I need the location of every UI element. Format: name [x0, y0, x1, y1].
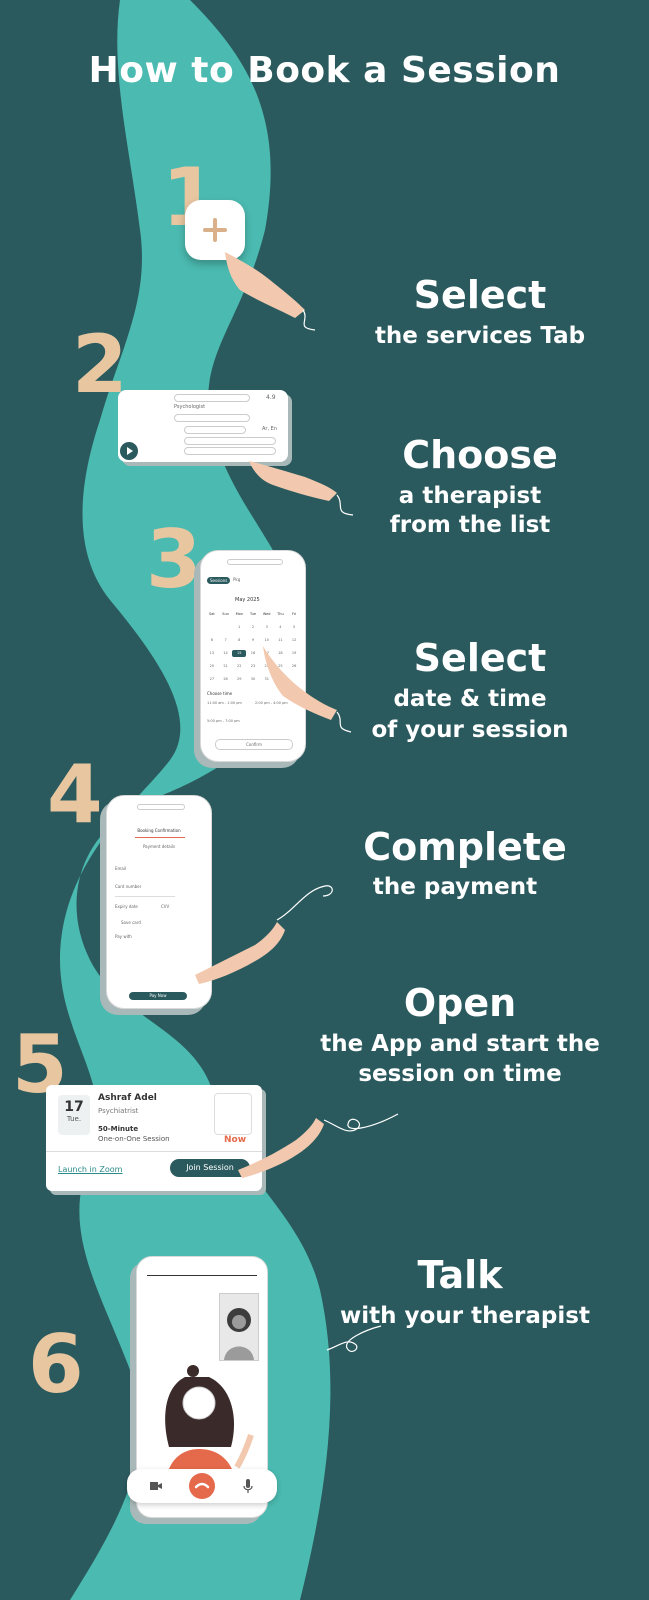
step-4-number: 4 [47, 748, 103, 841]
pay-now-button: Pay Now [129, 992, 187, 1000]
hand-pointer-5 [238, 1113, 399, 1178]
confirm-button: Confirm [215, 739, 293, 750]
name-line [174, 394, 250, 402]
save-card-checkbox: Save card [121, 920, 141, 925]
calendar-day: 28 [223, 677, 228, 681]
weekday-label: Tue [250, 612, 256, 616]
hand-pointer-2 [249, 461, 354, 516]
booking-header: Booking Confirmation [137, 828, 181, 833]
calendar-day: 3 [265, 625, 268, 629]
therapist-role: Psychiatrist [98, 1107, 139, 1115]
step-5-subtitle-line2: session on time [358, 1061, 562, 1087]
calendar-day: 1 [238, 625, 241, 629]
calendar-day: 2 [251, 625, 255, 629]
hand-pointer-1 [225, 252, 316, 331]
weekday-label: Mon [235, 612, 243, 616]
field-card: Card number [115, 884, 142, 889]
time-slot: 5:00 pm - 7:00 pm [207, 719, 240, 723]
selected-day: 15 [232, 650, 247, 657]
calendar-day: 7 [224, 638, 227, 642]
calendar-day: 22 [237, 664, 242, 668]
calendar-day: 20 [209, 664, 215, 668]
step-6-number: 6 [28, 1318, 84, 1411]
tab-packages: Pkg [233, 577, 241, 582]
step-5-subtitle-line1: the App and start the [320, 1031, 600, 1057]
pay-with-label: Pay with [115, 934, 132, 939]
step-4-heading: Complete [363, 825, 567, 869]
detail-line [184, 437, 276, 445]
step-3-number: 3 [146, 513, 202, 606]
call-controls [127, 1469, 277, 1503]
weekday-label: Sun [222, 612, 229, 616]
therapist-name: Ashraf Adel [98, 1093, 157, 1103]
calendar-day: 8 [238, 638, 241, 642]
field-email: Email [115, 866, 127, 871]
field-expiry: Expiry date [115, 904, 138, 909]
step-2-subtitle-line1: a therapist [398, 483, 542, 509]
detail-line [184, 426, 246, 434]
slot-title: Choose time [207, 691, 233, 696]
tab-sessions: Sessions [207, 577, 231, 584]
session-duration: 50-Minute [98, 1125, 139, 1133]
calendar-day [205, 624, 219, 631]
infographic: How to Book a Session 1 Select the servi… [0, 0, 649, 1600]
status-bar [147, 1271, 257, 1276]
calendar-day: 14 [223, 651, 228, 655]
field-cvv: CVV [161, 904, 170, 909]
field-line [115, 896, 175, 897]
step-3-subtitle-line2: of your session [371, 717, 569, 743]
time-slot: 11:00 am - 1:00 pm [207, 701, 242, 705]
tab-underline [135, 837, 185, 838]
mic-icon [243, 1479, 253, 1493]
calendar-day: 4 [279, 625, 282, 629]
therapist-role: Psychologist [174, 404, 206, 410]
video-call-phone [127, 1256, 277, 1518]
calendar-month: May 2025 [235, 597, 260, 603]
step-5-heading: Open [403, 981, 517, 1025]
session-weekday: Tue. [66, 1115, 82, 1123]
therapist-card: 4.9 Psychologist Ar, En [118, 390, 288, 462]
hand-pointer-4 [195, 885, 333, 984]
calendar-day: 29 [237, 677, 242, 681]
weekday-label: Sat [208, 612, 215, 616]
end-call-icon [189, 1473, 215, 1499]
step-3-heading: Select [413, 636, 547, 680]
rating: 4.9 [266, 394, 276, 401]
top-bar [137, 804, 185, 810]
calendar-day: 6 [210, 638, 213, 642]
calendar-day: 27 [209, 677, 215, 681]
launch-zoom-link: Launch in Zoom [58, 1165, 123, 1174]
session-day: 17 [64, 1099, 84, 1115]
weekday-label: Wed [262, 612, 271, 616]
detail-line [174, 414, 250, 422]
payment-tab: Payment details [142, 844, 176, 849]
detail-line [184, 447, 276, 455]
step-6-subtitle: with your therapist [340, 1303, 590, 1329]
weekday-label: Fri [292, 612, 297, 616]
date-badge: 17 Tue. [58, 1095, 90, 1135]
user-avatar-icon [224, 1308, 254, 1360]
step-2-heading: Choose [402, 433, 558, 477]
top-bar [227, 559, 283, 565]
step-3-subtitle-line1: date & time [393, 686, 547, 712]
step-6-heading: Talk [417, 1253, 503, 1297]
calendar-day [219, 624, 233, 631]
weekday-label: Thu [277, 612, 284, 616]
session-type: One-on-One Session [98, 1135, 170, 1143]
step-1-heading: Select [413, 273, 547, 317]
languages: Ar, En [262, 426, 277, 432]
therapist-avatar-icon [165, 1365, 254, 1487]
step-4-subtitle: the payment [372, 874, 538, 900]
self-video-thumbnail [219, 1293, 259, 1361]
video-icon [150, 1482, 162, 1490]
calendar-day: 5 [293, 625, 296, 629]
calendar-day: 13 [209, 651, 215, 655]
play-icon [120, 442, 138, 460]
calendar-day: 21 [223, 664, 228, 668]
page-title: How to Book a Session [88, 50, 561, 91]
step-2-subtitle-line2: from the list [389, 512, 551, 538]
step-1-subtitle: the services Tab [374, 323, 586, 349]
